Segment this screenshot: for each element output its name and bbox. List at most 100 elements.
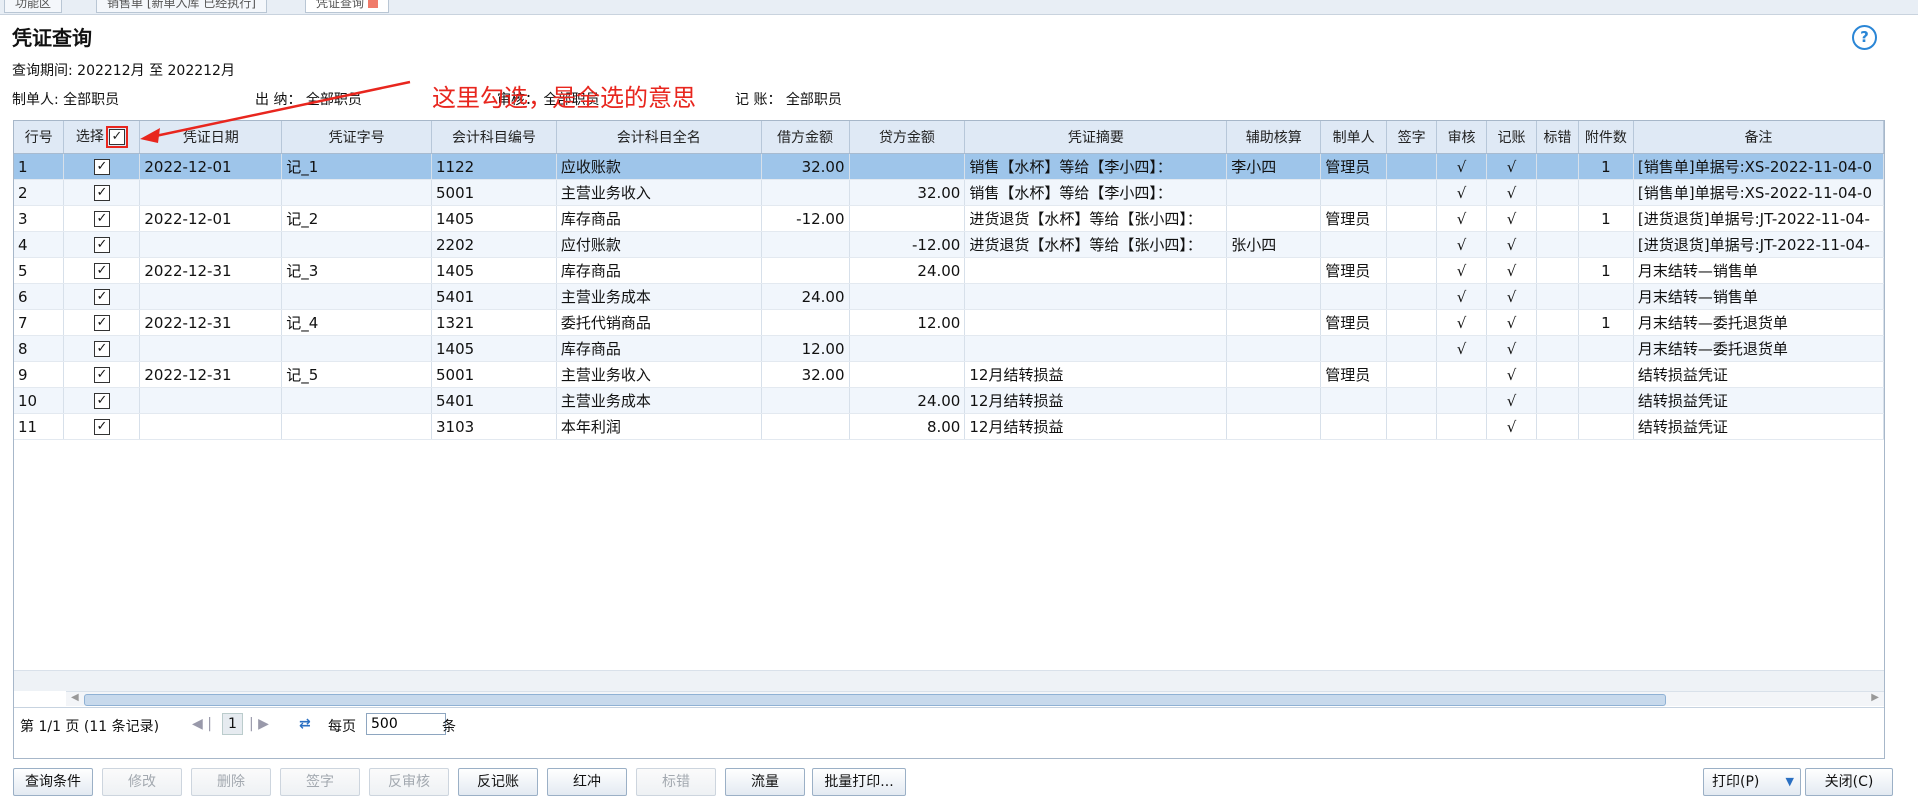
cell-summary <box>964 257 1228 284</box>
unpost-button[interactable]: 反记账 <box>458 768 538 796</box>
close-button[interactable]: 关闭(C) <box>1805 768 1893 796</box>
horizontal-scrollbar[interactable]: ◀ ▶ <box>66 691 1884 706</box>
cell-code: 1321 <box>431 309 557 336</box>
table-row[interactable]: 4 ✓ 2202 应付账款 -12.00 进货退货【水杯】等给【张小四】： 张小四 √ √ [进货… <box>14 231 1884 258</box>
cell-code: 3103 <box>431 413 557 440</box>
table-header: 行号 选择 ✓ 凭证日期 凭证字号 会计科目编号 会计科目全名 借方金额 贷方金额… <box>14 121 1884 154</box>
pagination-bar: 第 1/1 页 (11 条记录) ◀ | 1 | ▶ ⇄ 每页 条 <box>14 707 1884 740</box>
poster-value: 全部职员 <box>785 92 842 108</box>
row-checkbox[interactable]: ✓ <box>93 341 110 357</box>
col-header[interactable]: 会计科目编号 <box>431 121 557 154</box>
table-row[interactable]: 9 ✓ 2022-12-31 记_5 5001 主营业务收入 32.00 12月结转损益 管理员… <box>14 361 1884 388</box>
table-row[interactable]: 7 ✓ 2022-12-31 记_4 1321 委托代销商品 12.00 管理员 √ √ 1 月末结转… <box>14 309 1884 336</box>
row-checkbox[interactable]: ✓ <box>93 263 110 279</box>
select-cell: ✓ <box>63 153 141 180</box>
current-page[interactable]: 1 <box>222 713 243 735</box>
cell-debit: -12.00 <box>761 205 850 232</box>
cell-aux <box>1226 413 1322 440</box>
refresh-icon[interactable]: ⇄ <box>299 716 311 732</box>
row-checkbox[interactable]: ✓ <box>93 237 110 253</box>
col-header[interactable]: 凭证字号 <box>281 121 432 154</box>
sign-button[interactable]: 签字 <box>280 768 360 796</box>
next-page-icon[interactable]: | ▶ <box>249 716 269 732</box>
col-header[interactable]: 凭证日期 <box>139 121 283 154</box>
col-header[interactable]: 附件数 <box>1578 121 1634 154</box>
col-header[interactable]: 签字 <box>1386 121 1438 154</box>
cell-voucher <box>281 335 432 362</box>
cell-sign <box>1386 153 1438 180</box>
table-row[interactable]: 3 ✓ 2022-12-01 记_2 1405 库存商品 -12.00 进货退货【水杯】等给【… <box>14 205 1884 232</box>
red-reverse-button[interactable]: 红冲 <box>547 768 627 796</box>
select-cell: ✓ <box>63 387 141 414</box>
tab-voucher-query[interactable]: 凭证查询 <box>305 0 390 13</box>
chevron-down-icon[interactable]: ▼ <box>1786 769 1794 795</box>
row-checkbox[interactable]: ✓ <box>93 159 110 175</box>
cell-no: 6 <box>14 283 65 310</box>
cell-sign <box>1386 283 1438 310</box>
cell-note: 月末结转—销售单 <box>1633 257 1884 284</box>
col-header[interactable]: 制单人 <box>1320 121 1388 154</box>
table-row[interactable]: 6 ✓ 5401 主营业务成本 24.00 √ √ 月末结转—销售单 <box>14 283 1884 310</box>
cash-flow-button[interactable]: 流量 <box>725 768 805 796</box>
query-conditions-button[interactable]: 查询条件 <box>13 768 93 796</box>
table-row[interactable]: 10 ✓ 5401 主营业务成本 24.00 12月结转损益 √ 结转损益凭证 <box>14 387 1884 414</box>
col-header[interactable]: 借方金额 <box>761 121 850 154</box>
col-header[interactable]: 审核 <box>1436 121 1488 154</box>
col-header[interactable]: 行号 <box>14 121 65 154</box>
mark-error-button[interactable]: 标错 <box>636 768 716 796</box>
scrollbar-thumb[interactable] <box>84 694 1666 706</box>
cell-account: 库存商品 <box>556 205 762 232</box>
row-checkbox[interactable]: ✓ <box>93 367 110 383</box>
unaudit-button[interactable]: 反审核 <box>369 768 449 796</box>
cell-credit <box>849 335 966 362</box>
cell-debit: 24.00 <box>761 283 850 310</box>
col-header[interactable]: 会计科目全名 <box>556 121 762 154</box>
col-header[interactable]: 贷方金额 <box>849 121 966 154</box>
help-icon[interactable]: ? <box>1852 25 1877 50</box>
col-header[interactable]: 备注 <box>1633 121 1884 154</box>
table-row[interactable]: 8 ✓ 1405 库存商品 12.00 √ √ 月末结转—委托退货单 <box>14 335 1884 362</box>
cell-attach: 1 <box>1578 153 1634 180</box>
row-checkbox[interactable]: ✓ <box>93 211 110 227</box>
tab-home[interactable]: 功能区 <box>4 0 63 13</box>
close-icon[interactable] <box>368 0 379 8</box>
cell-attach <box>1578 335 1634 362</box>
batch-print-button[interactable]: 批量打印... <box>812 768 906 796</box>
col-header[interactable]: 辅助核算 <box>1226 121 1322 154</box>
cell-code: 1122 <box>431 153 557 180</box>
delete-button[interactable]: 删除 <box>191 768 271 796</box>
cell-audit: √ <box>1436 205 1488 232</box>
row-checkbox[interactable]: ✓ <box>93 393 110 409</box>
row-checkbox[interactable]: ✓ <box>93 419 110 435</box>
table-row[interactable]: 5 ✓ 2022-12-31 记_3 1405 库存商品 24.00 管理员 √ √ 1 月末结转—销… <box>14 257 1884 284</box>
select-all-checkbox[interactable]: ✓ <box>108 129 125 145</box>
prev-page-icon[interactable]: ◀ | <box>192 716 212 732</box>
row-checkbox[interactable]: ✓ <box>93 289 110 305</box>
scroll-left-icon[interactable]: ◀ <box>71 692 79 703</box>
col-header[interactable]: 记账 <box>1486 121 1537 154</box>
row-checkbox[interactable]: ✓ <box>93 315 110 331</box>
cell-maker: 管理员 <box>1320 361 1388 388</box>
cell-note: 月末结转—销售单 <box>1633 283 1884 310</box>
table-row[interactable]: 11 ✓ 3103 本年利润 8.00 12月结转损益 √ 结转损益凭证 <box>14 413 1884 440</box>
per-page-input[interactable] <box>366 713 446 735</box>
edit-button[interactable]: 修改 <box>102 768 182 796</box>
cell-note: [进货退货]单据号:JT-2022-11-04- <box>1633 231 1884 258</box>
table-row[interactable]: 2 ✓ 5001 主营业务收入 32.00 销售【水杯】等给【李小四】： √ √ [销售单]单据… <box>14 179 1884 206</box>
table-row[interactable]: 1 ✓ 2022-12-01 记_1 1122 应收账款 32.00 销售【水杯】等给【李小四… <box>14 153 1884 180</box>
scroll-right-icon[interactable]: ▶ <box>1871 692 1879 703</box>
cell-debit: 12.00 <box>761 335 850 362</box>
row-checkbox[interactable]: ✓ <box>93 185 110 201</box>
col-header-select[interactable]: 选择 ✓ <box>63 121 141 154</box>
cell-audit: √ <box>1436 179 1488 206</box>
cashier-value: 全部职员 <box>305 92 362 108</box>
col-header[interactable]: 标错 <box>1536 121 1579 154</box>
tab-sales-order[interactable]: 销售单 [新单入库 已经执行] <box>96 0 267 13</box>
tab-bar: 功能区 销售单 [新单入库 已经执行] 凭证查询 <box>0 0 1918 15</box>
print-button[interactable]: 打印(P) ▼ <box>1703 768 1801 796</box>
col-header[interactable]: 凭证摘要 <box>964 121 1228 154</box>
cell-account: 本年利润 <box>556 413 762 440</box>
cell-date: 2022-12-31 <box>139 361 283 388</box>
cell-note: 结转损益凭证 <box>1633 413 1884 440</box>
cell-attach: 1 <box>1578 205 1634 232</box>
